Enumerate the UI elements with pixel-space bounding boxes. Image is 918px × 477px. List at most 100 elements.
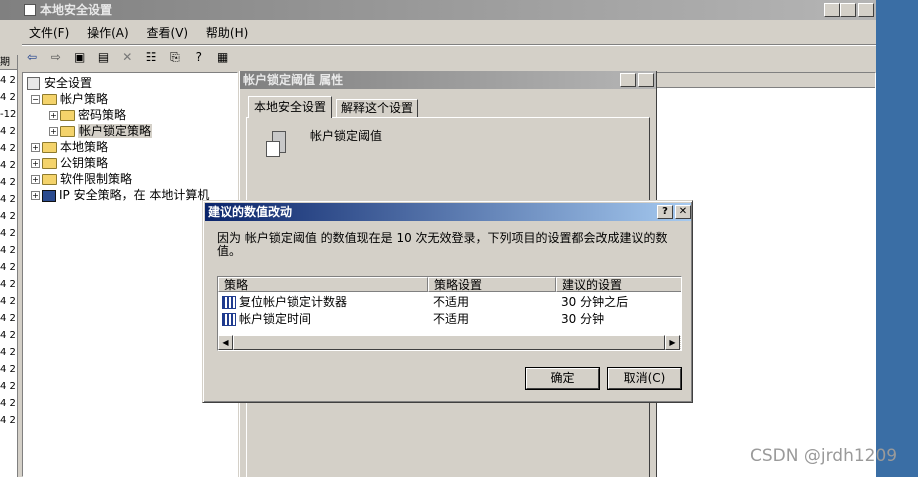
gutter-line: 4 2 bbox=[0, 347, 16, 358]
expand-icon[interactable]: + bbox=[49, 127, 58, 136]
maximize-button[interactable]: □ bbox=[840, 3, 856, 17]
suggest-help-button[interactable]: ? bbox=[657, 205, 673, 219]
detail-column-header bbox=[657, 73, 875, 88]
scroll-left-button[interactable]: ◀ bbox=[218, 335, 233, 350]
gutter-line: 4 2 bbox=[0, 211, 16, 222]
tree-label: 公钥策略 bbox=[60, 156, 109, 170]
security-settings-icon bbox=[27, 77, 40, 90]
back-icon[interactable]: ⇦ bbox=[22, 48, 42, 66]
gutter-line: 4 2 bbox=[0, 126, 16, 137]
tree-label: 密码策略 bbox=[78, 108, 127, 122]
tree-item-lockout-policy[interactable]: + 帐户锁定策略 bbox=[27, 123, 237, 139]
expand-icon[interactable]: + bbox=[31, 159, 40, 168]
scroll-right-button[interactable]: ▶ bbox=[665, 335, 680, 350]
tree-item-password-policy[interactable]: + 密码策略 bbox=[27, 107, 237, 123]
gutter-line: 4 2 bbox=[0, 296, 16, 307]
minimize-button[interactable]: _ bbox=[824, 3, 840, 17]
folder-icon bbox=[42, 174, 57, 185]
expand-icon[interactable]: + bbox=[31, 143, 40, 152]
gutter-lines: 4 2 4 2 -12 4 2 4 2 4 2 4 2 4 2 4 2 4 2 … bbox=[0, 70, 17, 429]
properties-close-button[interactable]: ✕ bbox=[638, 73, 654, 87]
menu-file[interactable]: 文件(F) bbox=[22, 24, 76, 42]
menu-view[interactable]: 查看(V) bbox=[140, 24, 196, 42]
gutter-line: 4 2 bbox=[0, 381, 16, 392]
setting-cell: 不适用 bbox=[433, 295, 470, 309]
policy-icon bbox=[222, 313, 236, 326]
tree-label: 本地策略 bbox=[60, 140, 109, 154]
suggest-close-button[interactable]: ✕ bbox=[675, 205, 691, 219]
tree-item-public-key-policies[interactable]: + 公钥策略 bbox=[27, 155, 237, 171]
export-list-icon[interactable]: ⎘ bbox=[165, 48, 185, 66]
up-folder-icon[interactable]: ▣ bbox=[70, 48, 90, 66]
tree-item-local-policies[interactable]: + 本地策略 bbox=[27, 139, 237, 155]
cancel-button[interactable]: 取消(C) bbox=[607, 367, 682, 390]
tab-label: 解释这个设置 bbox=[341, 101, 414, 115]
column-header-setting[interactable]: 策略设置 bbox=[428, 277, 556, 292]
tree-label: IP 安全策略，在 本地计算机 bbox=[59, 188, 210, 202]
suggest-message: 因为 帐户锁定阈值 的数值现在是 10 次无效登录，下列项目的设置都会改成建议的… bbox=[217, 231, 668, 258]
gutter-line: 4 2 bbox=[0, 330, 16, 341]
ok-button[interactable]: 确定 bbox=[525, 367, 600, 390]
folder-icon bbox=[42, 142, 57, 153]
horizontal-scrollbar[interactable]: ◀ ▶ bbox=[218, 335, 681, 350]
tree-item-software-restriction[interactable]: + 软件限制策略 bbox=[27, 171, 237, 187]
gutter-line: 4 2 bbox=[0, 177, 16, 188]
forward-icon[interactable]: ⇨ bbox=[46, 48, 66, 66]
expand-icon[interactable]: + bbox=[31, 191, 40, 200]
folder-icon bbox=[42, 158, 57, 169]
close-button[interactable]: ✕ bbox=[858, 3, 874, 17]
column-header-policy[interactable]: 策略 bbox=[218, 277, 428, 292]
scroll-thumb[interactable] bbox=[233, 335, 665, 350]
suggest-title-bar[interactable]: 建议的数值改动 ? ✕ bbox=[205, 203, 691, 221]
gutter-line: 4 2 bbox=[0, 228, 16, 239]
table-row[interactable]: 复位帐户锁定计数器 不适用 30 分钟之后 bbox=[222, 294, 677, 311]
folder-icon bbox=[60, 110, 75, 121]
properties-help-button[interactable]: ? bbox=[620, 73, 636, 87]
tab-local-security-setting[interactable]: 本地安全设置 bbox=[248, 96, 333, 118]
main-window-title: 本地安全设置 bbox=[40, 3, 113, 17]
gutter-line: 4 2 bbox=[0, 398, 16, 409]
collapse-icon[interactable]: − bbox=[31, 95, 40, 104]
tree-item-account-policies[interactable]: − 帐户策略 bbox=[27, 91, 237, 107]
tree-label: 帐户策略 bbox=[60, 92, 109, 106]
tree-label: 软件限制策略 bbox=[60, 172, 133, 186]
main-title-bar[interactable]: 本地安全设置 _ □ ✕ bbox=[0, 0, 876, 20]
policy-cell: 帐户锁定时间 bbox=[222, 311, 311, 328]
show-hide-tree-icon[interactable]: ▤ bbox=[93, 48, 113, 66]
expand-icon[interactable]: + bbox=[49, 111, 58, 120]
app-icon bbox=[24, 4, 36, 16]
gutter-line: 4 2 bbox=[0, 143, 16, 154]
gutter-line: 4 2 bbox=[0, 160, 16, 171]
gutter-line: 4 2 bbox=[0, 92, 16, 103]
tree-item-security-settings[interactable]: 安全设置 bbox=[27, 75, 237, 91]
policy-icon bbox=[222, 296, 236, 309]
menu-action[interactable]: 操作(A) bbox=[80, 24, 136, 42]
properties-title-bar[interactable]: 帐户锁定阈值 属性 ? ✕ bbox=[240, 71, 656, 89]
watermark: CSDN @jrdh1209 bbox=[750, 446, 898, 466]
gutter-line: 4 2 bbox=[0, 364, 16, 375]
gutter-header: 期 bbox=[0, 55, 17, 70]
folder-icon bbox=[60, 126, 75, 137]
expand-icon[interactable]: + bbox=[31, 175, 40, 184]
tree-label: 安全设置 bbox=[44, 76, 93, 90]
table-row[interactable]: 帐户锁定时间 不适用 30 分钟 bbox=[222, 311, 677, 328]
menu-help[interactable]: 帮助(H) bbox=[199, 24, 255, 42]
setting-cell: 不适用 bbox=[433, 312, 470, 326]
tab-explain-setting[interactable]: 解释这个设置 bbox=[336, 99, 419, 117]
properties-title: 帐户锁定阈值 属性 bbox=[243, 73, 344, 87]
help-icon[interactable]: ? bbox=[189, 48, 209, 66]
gutter-line: 4 2 bbox=[0, 245, 16, 256]
suggested-cell: 30 分钟 bbox=[561, 312, 605, 326]
gutter-line: 4 2 bbox=[0, 75, 16, 86]
column-header-suggested[interactable]: 建议的设置 bbox=[556, 277, 681, 292]
policy-list: 策略 策略设置 建议的设置 复位帐户锁定计数器 不适用 30 分钟之后 帐户锁定… bbox=[217, 276, 682, 351]
gutter-line: 4 2 bbox=[0, 262, 16, 273]
suggested-cell: 30 分钟之后 bbox=[561, 295, 629, 309]
delete-icon[interactable]: ✕ bbox=[117, 48, 137, 66]
policy-name: 帐户锁定时间 bbox=[239, 312, 312, 326]
policy-cell: 复位帐户锁定计数器 bbox=[222, 294, 347, 311]
console-icon[interactable]: ▦ bbox=[213, 48, 233, 66]
gutter-line: 4 2 bbox=[0, 194, 16, 205]
properties-icon[interactable]: ☷ bbox=[141, 48, 161, 66]
setting-server-icon bbox=[266, 131, 290, 159]
